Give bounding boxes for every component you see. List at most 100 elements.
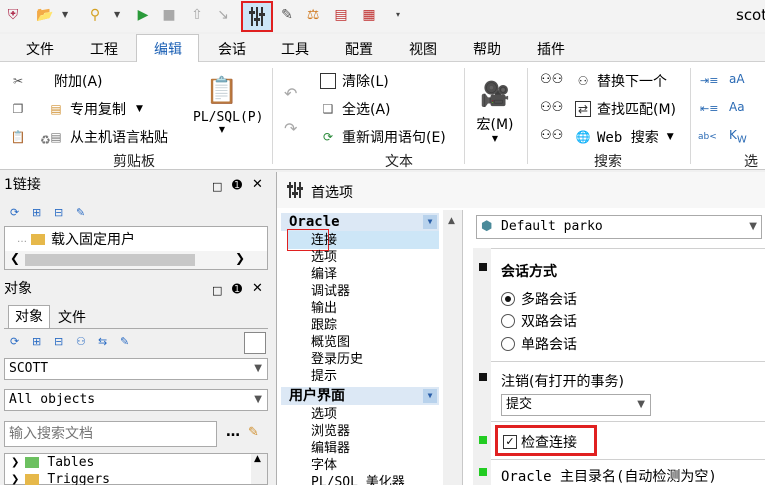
- compile-icon[interactable]: ⇆: [98, 335, 107, 348]
- tab-files[interactable]: 文件: [58, 307, 86, 327]
- web-search-button[interactable]: 🌐 Web 搜索 ▼: [575, 127, 674, 147]
- pin-icon[interactable]: ➊: [232, 282, 242, 296]
- menu-config[interactable]: 配置: [345, 39, 373, 59]
- category-item-output[interactable]: 输出: [311, 300, 337, 317]
- float-panel-icon[interactable]: □: [212, 284, 222, 297]
- video-camera-icon: 🎥: [480, 80, 510, 108]
- key-icon[interactable]: ⚲: [86, 6, 104, 24]
- remove-icon[interactable]: ⊟: [54, 206, 63, 219]
- float-panel-icon[interactable]: □: [212, 180, 222, 193]
- find-object-icon[interactable]: ⚇: [76, 335, 86, 348]
- recall-statement-button[interactable]: ⟳ 重新调用语句(E): [320, 127, 446, 147]
- profile-select[interactable]: ⬢ Default parko ▼: [476, 215, 762, 239]
- check-connection-checkbox[interactable]: ✓ 检查连接: [503, 432, 577, 452]
- binoculars-icon[interactable]: ⚇⚇: [540, 72, 563, 87]
- category-heading-ui[interactable]: 用户界面 ▼: [281, 387, 439, 405]
- menu-tools[interactable]: 工具: [281, 39, 309, 59]
- replace-next-button[interactable]: ⚇ 替换下一个: [575, 71, 667, 91]
- new-search-icon[interactable]: ✎: [248, 425, 259, 440]
- logoff-action-select[interactable]: 提交 ▼: [501, 394, 651, 416]
- list-item[interactable]: … 载入固定用户: [17, 229, 135, 249]
- properties-icon[interactable]: ✎: [120, 335, 129, 348]
- db-stack-icon[interactable]: ⚖: [304, 6, 322, 24]
- scrollbar-thumb[interactable]: [25, 254, 195, 266]
- tree-item[interactable]: ❯ Tables: [11, 455, 94, 470]
- tab-objects[interactable]: 对象: [8, 305, 50, 329]
- refresh-icon[interactable]: ⟳: [10, 206, 19, 219]
- menu-session[interactable]: 会话: [218, 39, 246, 59]
- menu-project[interactable]: 工程: [90, 39, 118, 59]
- macro-button[interactable]: 🎥 宏(M) ▼: [474, 80, 516, 143]
- print-icon[interactable]: ▦: [360, 6, 378, 24]
- category-item-overview[interactable]: 概览图: [311, 334, 350, 351]
- database-icon[interactable]: ⛨: [4, 6, 22, 24]
- category-item-options[interactable]: 选项: [311, 249, 337, 266]
- menu-help[interactable]: 帮助: [473, 39, 501, 59]
- binoculars-up-icon[interactable]: ⚇⚇: [540, 128, 563, 143]
- category-item-debugger[interactable]: 调试器: [311, 283, 350, 300]
- vertical-scrollbar[interactable]: ▲: [251, 454, 267, 484]
- category-item-editor[interactable]: 编辑器: [311, 440, 350, 457]
- category-item-ui-options[interactable]: 选项: [311, 406, 337, 423]
- radio-dual-session[interactable]: 双路会话: [501, 311, 577, 331]
- scroll-up-icon[interactable]: ▲: [254, 454, 261, 464]
- menu-file[interactable]: 文件: [26, 39, 54, 59]
- pin-icon[interactable]: ➊: [232, 178, 242, 192]
- category-item-hints[interactable]: 提示: [311, 368, 337, 385]
- plsql-beautifier-button[interactable]: 📋 PL/SQL(P) ▼: [193, 76, 263, 134]
- preferences-button-highlight[interactable]: [241, 1, 273, 32]
- category-item-connection[interactable]: 连接: [311, 232, 337, 249]
- close-icon[interactable]: ✕: [252, 281, 263, 296]
- category-item-font[interactable]: 字体: [311, 457, 337, 474]
- scroll-left-icon[interactable]: ❮: [10, 251, 20, 265]
- keyword-icon[interactable]: KW: [729, 128, 747, 145]
- lowercase-icon[interactable]: Aa: [729, 100, 745, 114]
- color-picker-button[interactable]: [244, 332, 266, 354]
- paste-from-host-button[interactable]: 📋 ▤ 从主机语言粘贴: [10, 127, 168, 147]
- chevron-down-icon[interactable]: ▼: [62, 10, 68, 19]
- outdent-icon[interactable]: ⇤≡: [700, 102, 718, 115]
- clear-button[interactable]: 清除(L): [320, 71, 389, 91]
- refresh-icon[interactable]: ⟳: [10, 335, 19, 348]
- close-icon[interactable]: ✕: [252, 177, 263, 192]
- binoculars-down-icon[interactable]: ⚇⚇: [540, 100, 563, 115]
- search-input[interactable]: [4, 421, 217, 447]
- open-folder-icon[interactable]: 📂: [36, 6, 54, 24]
- menu-plugins[interactable]: 插件: [537, 39, 565, 59]
- customize-toolbar-icon[interactable]: ▾: [396, 10, 400, 19]
- schema-select[interactable]: SCOTT ▼: [4, 358, 268, 380]
- tree-item[interactable]: ❯ Triggers: [11, 472, 110, 485]
- remove-icon[interactable]: ⊟: [54, 335, 63, 348]
- abc-icon[interactable]: ab<: [698, 132, 717, 142]
- add-icon[interactable]: ⊞: [32, 335, 41, 348]
- uppercase-icon[interactable]: aA: [729, 72, 745, 86]
- category-item-beautifier[interactable]: PL/SQL 美化器: [311, 474, 405, 485]
- export-icon[interactable]: ▤: [332, 6, 350, 24]
- category-item-browser[interactable]: 浏览器: [311, 423, 350, 440]
- more-options-icon[interactable]: …: [226, 424, 240, 440]
- special-copy-button[interactable]: ❐ ▤ 专用复制 ▼: [10, 99, 143, 119]
- add-icon[interactable]: ⊞: [32, 206, 41, 219]
- chevron-down-icon[interactable]: ▼: [114, 10, 120, 19]
- horizontal-scrollbar[interactable]: ❮ ❯: [5, 251, 267, 269]
- append-button[interactable]: ✂ 附加(A): [10, 71, 103, 91]
- chevron-down-icon: ▼: [218, 125, 226, 134]
- scroll-right-icon[interactable]: ❯: [235, 251, 245, 265]
- menu-view[interactable]: 视图: [409, 39, 437, 59]
- select-all-button[interactable]: ❑ 全选(A): [320, 99, 391, 119]
- find-match-button[interactable]: ⇄ 查找匹配(M): [575, 99, 676, 119]
- scroll-up-icon[interactable]: ▲: [448, 216, 455, 226]
- category-item-trace[interactable]: 跟踪: [311, 317, 337, 334]
- vertical-scrollbar[interactable]: ▲: [443, 210, 462, 485]
- properties-icon[interactable]: ✎: [76, 206, 85, 219]
- menu-edit[interactable]: 编辑: [154, 39, 182, 59]
- category-item-compile[interactable]: 编译: [311, 266, 337, 283]
- radio-single-session[interactable]: 单路会话: [501, 334, 577, 354]
- sql-report-icon[interactable]: ✎: [278, 6, 296, 24]
- indent-icon[interactable]: ⇥≡: [700, 74, 718, 87]
- radio-multi-session[interactable]: 多路会话: [501, 289, 577, 309]
- dialog-title-bar: 首选项: [277, 172, 765, 208]
- run-icon[interactable]: ▶: [134, 6, 152, 24]
- object-filter-select[interactable]: All objects ▼: [4, 389, 268, 411]
- category-item-login-history[interactable]: 登录历史: [311, 351, 363, 368]
